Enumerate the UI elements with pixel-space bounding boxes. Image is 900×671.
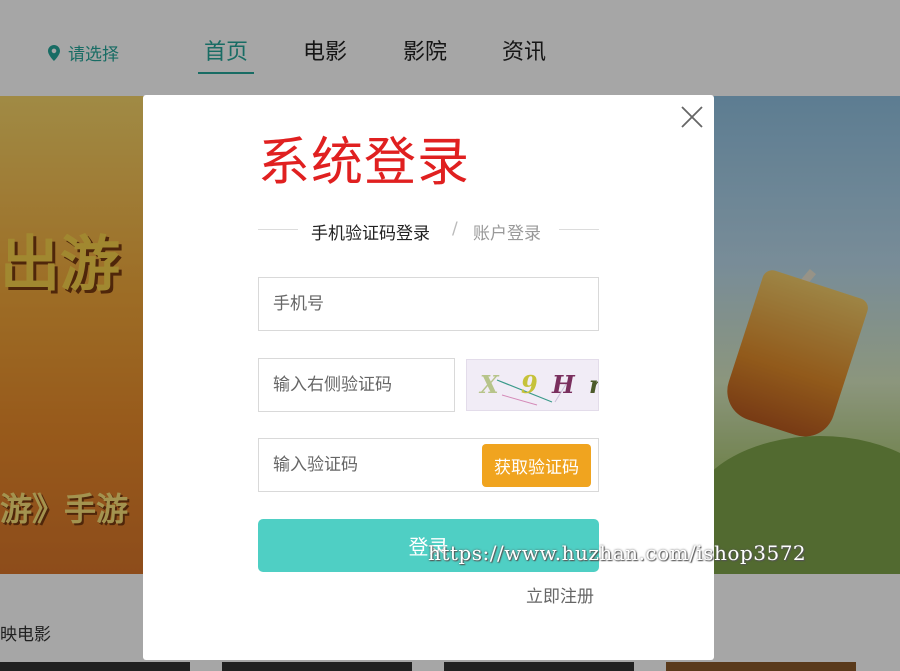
- modal-title: 系统登录: [258, 133, 471, 193]
- close-icon: [681, 106, 703, 128]
- captcha-char: X: [480, 370, 499, 399]
- tab-account-login[interactable]: 账户登录: [473, 219, 541, 244]
- register-link[interactable]: 立即注册: [526, 582, 594, 607]
- phone-input[interactable]: [259, 278, 598, 330]
- login-method-tabs: 手机验证码登录 / 账户登录: [258, 215, 599, 245]
- close-button[interactable]: [680, 105, 704, 129]
- captcha-input[interactable]: [259, 359, 454, 411]
- get-sms-code-button[interactable]: 获取验证码: [482, 444, 591, 487]
- captcha-field-box: [258, 358, 455, 412]
- divider: [559, 229, 599, 230]
- tab-phone-login[interactable]: 手机验证码登录: [311, 219, 430, 244]
- login-button[interactable]: 登录: [258, 519, 599, 572]
- login-modal: 系统登录 手机验证码登录 / 账户登录 X 9 H r 获取验证码 登录 立即注…: [143, 95, 714, 660]
- divider: [258, 229, 298, 230]
- phone-field-box: [258, 277, 599, 331]
- captcha-char: H: [552, 370, 575, 399]
- captcha-char: 9: [521, 370, 538, 399]
- tab-separator: /: [452, 219, 458, 239]
- captcha-char: r: [589, 370, 598, 399]
- captcha-image[interactable]: X 9 H r: [466, 359, 599, 411]
